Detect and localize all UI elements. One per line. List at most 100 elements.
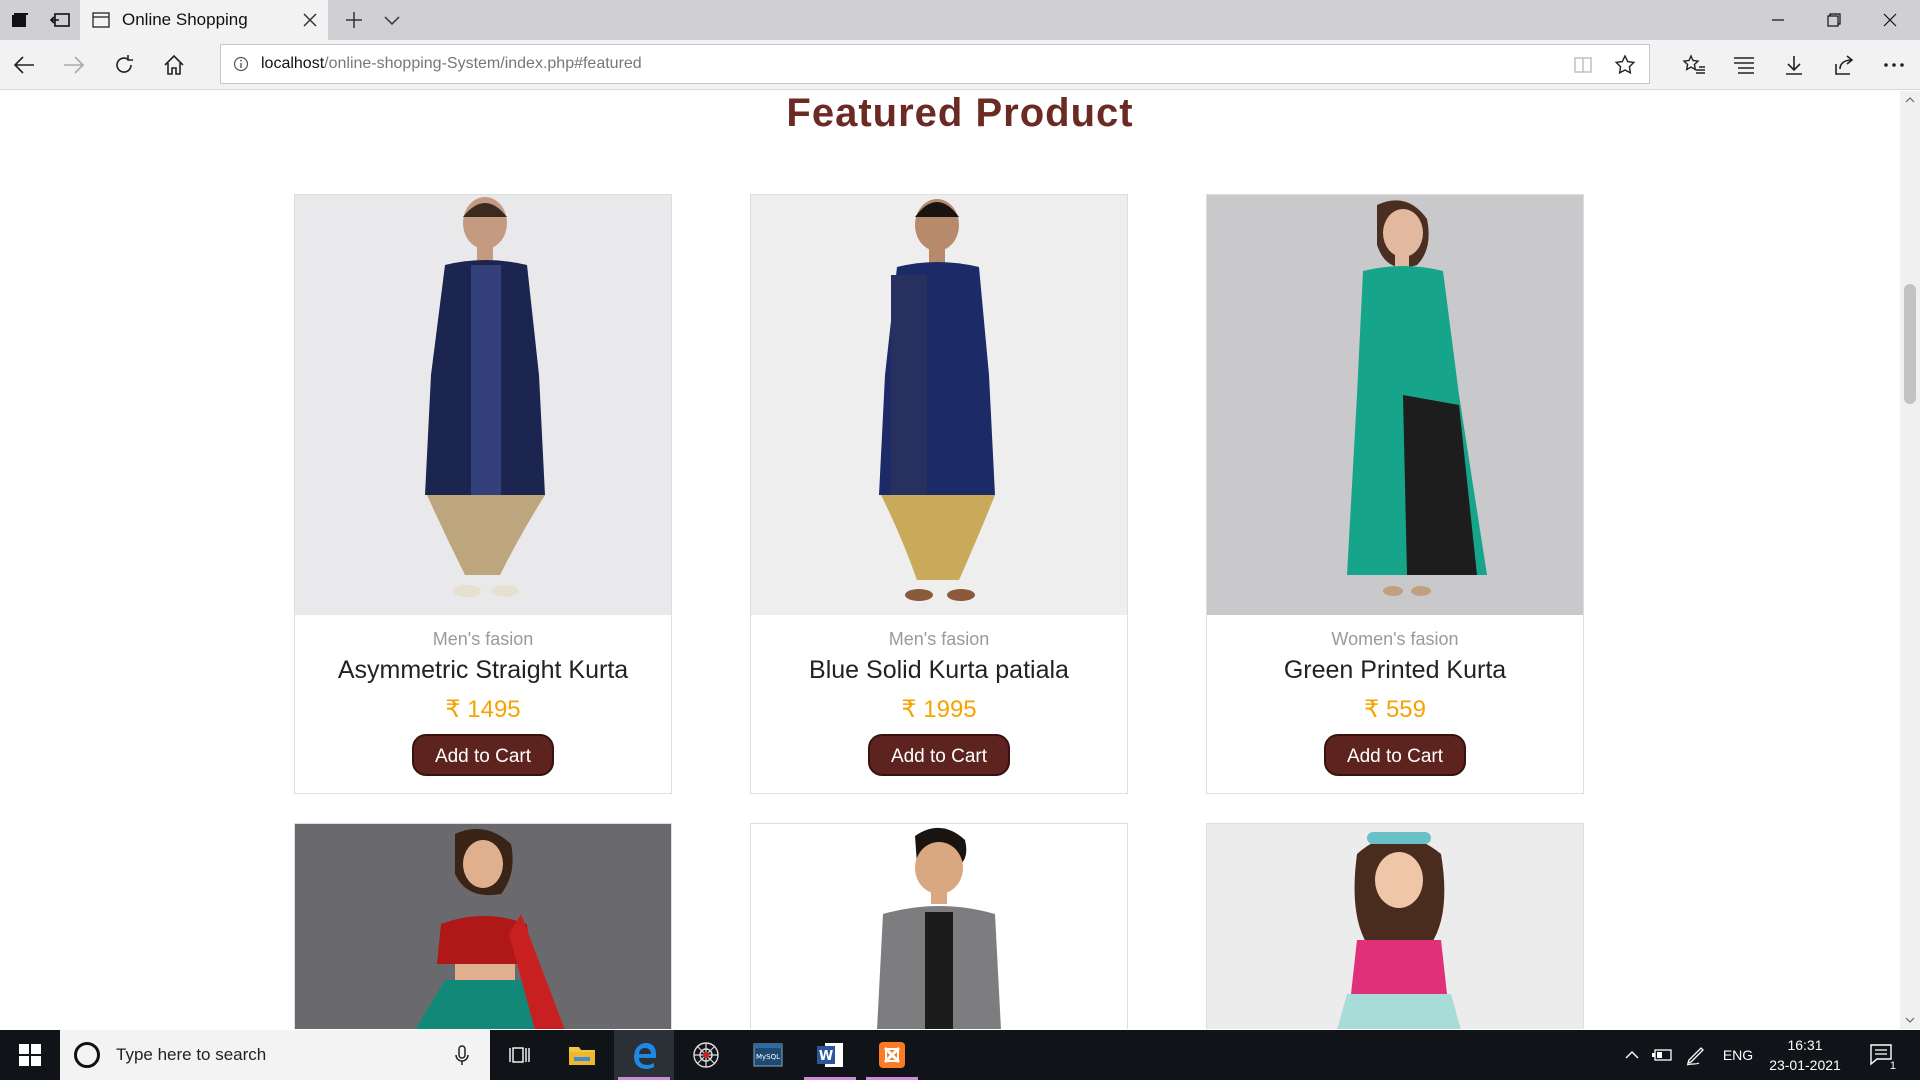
- product-name[interactable]: Asymmetric Straight Kurta: [295, 656, 671, 685]
- download-icon: [1786, 56, 1802, 75]
- language-indicator[interactable]: ENG: [1716, 1030, 1760, 1080]
- forward-button[interactable]: [56, 47, 92, 83]
- product-image[interactable]: [295, 824, 671, 1029]
- man-blue-kurta-image: [879, 199, 995, 601]
- product-price: ₹ 559: [1364, 696, 1426, 723]
- site-info-icon[interactable]: [221, 56, 261, 72]
- product-category: Men's fasion: [432, 629, 534, 649]
- edge-browser-button[interactable]: [614, 1030, 674, 1080]
- product-image[interactable]: [751, 824, 1127, 1029]
- spider-web-icon: [693, 1042, 719, 1068]
- scrollbar-thumb[interactable]: [1904, 284, 1916, 404]
- word-icon: W: [817, 1043, 843, 1067]
- section-title: Featured Product: [786, 91, 1134, 135]
- set-tabs-aside-icon[interactable]: [40, 0, 80, 40]
- svg-text:W: W: [819, 1049, 833, 1064]
- page-viewport: Featured Product Men's fasion Asymmetric…: [0, 91, 1900, 1029]
- restore-button[interactable]: [1806, 0, 1862, 40]
- product-image[interactable]: [1207, 824, 1583, 1029]
- close-window-button[interactable]: [1862, 0, 1918, 40]
- add-to-cart-button[interactable]: Add to Cart: [868, 734, 1010, 776]
- forward-arrow-icon: [64, 56, 85, 74]
- xampp-app-button[interactable]: [862, 1030, 922, 1080]
- home-icon: [164, 54, 184, 75]
- downloads-button[interactable]: [1776, 47, 1812, 83]
- mysql-app-button[interactable]: MySQL: [738, 1030, 798, 1080]
- battery-icon: [1652, 1049, 1672, 1061]
- more-dots-icon: [1884, 63, 1904, 67]
- home-button[interactable]: [156, 47, 192, 83]
- word-app-button[interactable]: W: [800, 1030, 860, 1080]
- url-host: localhost: [261, 55, 325, 72]
- windows-logo-icon: [19, 1044, 41, 1066]
- tab-online-shopping[interactable]: Online Shopping: [80, 0, 328, 40]
- girl-pink-top-image: [1337, 832, 1461, 1029]
- task-view-button[interactable]: [490, 1030, 550, 1080]
- product-image[interactable]: [751, 195, 1127, 615]
- close-tab-icon[interactable]: [300, 10, 320, 30]
- back-arrow-icon: [13, 56, 34, 74]
- man-navy-kurta-image: [425, 197, 545, 597]
- spider-app-button[interactable]: [676, 1030, 736, 1080]
- url-path: /online-shopping-System/index.php#featur…: [324, 55, 642, 72]
- clock-date: 23-01-2021: [1769, 1057, 1841, 1073]
- product-name[interactable]: Green Printed Kurta: [1207, 656, 1583, 685]
- pen-button[interactable]: [1682, 1030, 1710, 1080]
- product-name[interactable]: Blue Solid Kurta patiala: [751, 656, 1127, 685]
- more-button[interactable]: [1876, 47, 1912, 83]
- share-button[interactable]: [1826, 47, 1862, 83]
- chevron-down-icon[interactable]: [380, 8, 404, 32]
- product-card: [1206, 823, 1584, 1029]
- mysql-icon: MySQL: [753, 1043, 783, 1067]
- clock[interactable]: 16:31 23-01-2021: [1760, 1035, 1850, 1075]
- product-card: Women's fasion Green Printed Kurta ₹ 559…: [1206, 194, 1584, 794]
- windows-taskbar: Type here to search MySQL W ENG 16:31 23…: [0, 1030, 1920, 1080]
- product-card: Men's fasion Blue Solid Kurta patiala ₹ …: [750, 194, 1128, 794]
- scroll-up-icon[interactable]: [1905, 95, 1915, 105]
- show-hidden-icons-button[interactable]: [1620, 1030, 1644, 1080]
- refresh-icon: [116, 55, 133, 73]
- address-bar[interactable]: localhost/online-shopping-System/index.p…: [220, 44, 1650, 84]
- product-card: [294, 823, 672, 1029]
- file-explorer-button[interactable]: [552, 1030, 612, 1080]
- woman-red-lehenga-image: [415, 828, 565, 1029]
- task-view-icon: [509, 1047, 530, 1063]
- url-text[interactable]: localhost/online-shopping-System/index.p…: [261, 55, 642, 73]
- product-category: Men's fasion: [888, 629, 990, 649]
- battery-button[interactable]: [1648, 1030, 1676, 1080]
- scroll-down-icon[interactable]: [1905, 1015, 1915, 1025]
- woman-green-kurta-image: [1347, 200, 1487, 596]
- pen-icon: [1686, 1047, 1704, 1066]
- start-button[interactable]: [0, 1030, 60, 1080]
- boy-grey-jacket-image: [877, 827, 1001, 1029]
- product-image[interactable]: [1207, 195, 1583, 615]
- svg-text:MySQL: MySQL: [756, 1053, 780, 1061]
- page-scrollbar[interactable]: [1900, 91, 1920, 1029]
- microphone-icon[interactable]: [450, 1043, 474, 1067]
- favorite-star-icon[interactable]: [1613, 53, 1637, 77]
- notification-count: 1: [1887, 1060, 1898, 1072]
- add-to-cart-button[interactable]: Add to Cart: [412, 734, 554, 776]
- product-category: Women's fasion: [1331, 629, 1459, 649]
- action-center-button[interactable]: 1: [1862, 1030, 1902, 1080]
- new-tab-icon[interactable]: [342, 8, 366, 32]
- search-placeholder: Type here to search: [116, 1045, 267, 1064]
- reading-view-icon[interactable]: [1571, 53, 1595, 77]
- back-button[interactable]: [6, 47, 42, 83]
- refresh-button[interactable]: [106, 47, 142, 83]
- hub-icon: [1734, 57, 1754, 74]
- add-to-cart-button[interactable]: Add to Cart: [1324, 734, 1466, 776]
- xampp-icon: [879, 1042, 905, 1068]
- product-price: ₹ 1995: [901, 696, 977, 723]
- page-icon: [92, 12, 110, 28]
- product-image[interactable]: [295, 195, 671, 615]
- minimize-button[interactable]: [1750, 0, 1806, 40]
- clock-time: 16:31: [1787, 1037, 1823, 1053]
- tab-actions-icon[interactable]: [0, 0, 40, 40]
- product-card: [750, 823, 1128, 1029]
- browser-nav-bar: localhost/online-shopping-System/index.p…: [0, 40, 1920, 90]
- hub-button[interactable]: [1726, 47, 1762, 83]
- chevron-up-icon: [1625, 1051, 1639, 1059]
- favorites-button[interactable]: [1676, 47, 1712, 83]
- taskbar-search[interactable]: Type here to search: [60, 1030, 490, 1080]
